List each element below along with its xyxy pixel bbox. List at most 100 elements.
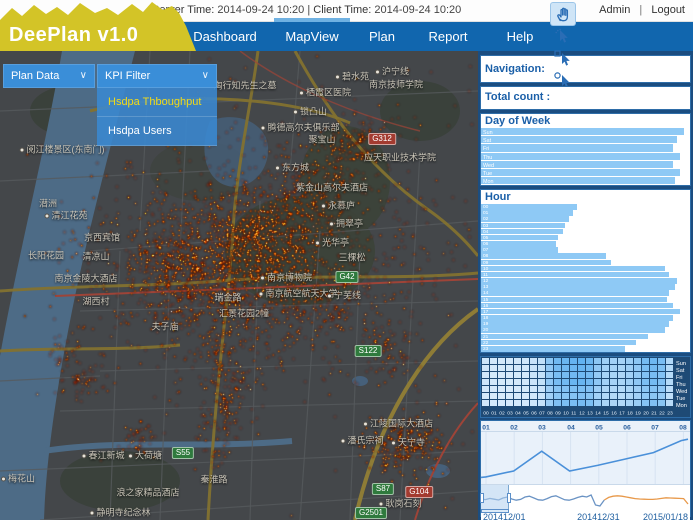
heatmap-cell — [666, 393, 673, 399]
heatmap-cell — [594, 372, 601, 378]
heatmap-cell — [482, 393, 489, 399]
map-view[interactable]: 碧水苑沪宁线南京技师学院栖霞区医院锁凸山腾德高尔夫俱乐部聚宝山应天职业技术学院东… — [0, 51, 478, 520]
heatmap-cell — [490, 372, 497, 378]
heatmap-cell — [642, 379, 649, 385]
nav-item-report[interactable]: Report — [424, 22, 472, 51]
heatmap-cell — [538, 400, 545, 406]
heatmap-cell — [498, 386, 505, 392]
plan-data-dropdown[interactable]: Plan Data ∨ — [3, 64, 95, 88]
trend-tick-label: 08 — [680, 423, 688, 431]
hour-bar-04 — [481, 229, 563, 235]
timeline-chart: 0102030405060708 201412/01201412/312015/… — [480, 420, 691, 517]
heatmap-cell — [538, 386, 545, 392]
dow-bar-fri — [481, 144, 673, 151]
heatmap-cell — [554, 386, 561, 392]
hour-bar-11 — [481, 272, 669, 278]
logout-link[interactable]: Logout — [651, 4, 685, 16]
hour-bar-10 — [481, 266, 665, 272]
nav-item-mapview[interactable]: MapView — [280, 22, 344, 51]
admin-link[interactable]: Admin — [599, 4, 630, 16]
heatmap-cell — [602, 365, 609, 371]
pan-hand-icon[interactable] — [551, 3, 575, 25]
nav-item-plan[interactable]: Plan — [362, 22, 402, 51]
dow-bar-mon — [481, 177, 675, 184]
heatmap-col-label: 23 — [667, 410, 673, 416]
account-area: Admin | Logout — [599, 4, 685, 16]
nav-item-dashboard[interactable]: Dashboard — [185, 22, 265, 51]
heatmap-cell — [642, 358, 649, 364]
nav-item-label: Report — [428, 29, 467, 44]
heatmap-cell — [514, 386, 521, 392]
heatmap-col-label: 09 — [555, 410, 561, 416]
heatmap-cell — [490, 400, 497, 406]
total-count-bar: Total count : — [480, 86, 691, 110]
heatmap-cell — [522, 393, 529, 399]
heatmap-cell — [490, 393, 497, 399]
nav-item-label: MapView — [285, 29, 338, 44]
heatmap-row-label: Sat — [676, 367, 684, 373]
trend-tick-label: 04 — [567, 423, 575, 431]
heatmap-col-label: 04 — [515, 410, 521, 416]
nav-item-help[interactable]: Help — [500, 22, 540, 51]
heatmap-cell — [610, 400, 617, 406]
heatmap-cell — [650, 372, 657, 378]
heatmap-cell — [634, 400, 641, 406]
app-title: DeePlan v1.0 — [9, 24, 138, 47]
day-of-week-title: Day of Week — [481, 114, 690, 127]
heatmap-cell — [666, 386, 673, 392]
kpi-option-hsdpa-users[interactable]: Hsdpa Users — [97, 117, 217, 146]
heatmap-cell — [538, 372, 545, 378]
timeline-brush[interactable] — [481, 485, 509, 510]
heatmap-cell — [506, 372, 513, 378]
heatmap-cell — [530, 386, 537, 392]
heatmap-cell — [594, 400, 601, 406]
heatmap-row-label: Fri — [676, 374, 683, 380]
hour-bar-13 — [481, 284, 675, 290]
timeline-scrubber[interactable] — [481, 484, 690, 510]
timeline-dates: 201412/01201412/312015/01/18 — [481, 510, 690, 520]
heatmap-col-label: 08 — [547, 410, 553, 416]
heatmap-cell — [562, 379, 569, 385]
heatmap-cell — [498, 379, 505, 385]
brush-handle-left[interactable] — [480, 493, 484, 503]
heatmap-cell — [482, 386, 489, 392]
rect-select-icon[interactable] — [551, 47, 575, 69]
chevron-down-icon: ∨ — [80, 64, 87, 88]
kpi-option-hsdpa-thboughput[interactable]: Hsdpa Thboughput — [97, 88, 217, 117]
heatmap-col-label: 20 — [643, 410, 649, 416]
kpi-filter-dropdown[interactable]: KPI Filter ∨ — [97, 64, 217, 88]
cursor-select-icon[interactable] — [551, 25, 575, 47]
heatmap-cell — [626, 358, 633, 364]
heatmap-col-label: 14 — [595, 410, 601, 416]
heatmap-cell — [610, 386, 617, 392]
heatmap-cell — [610, 365, 617, 371]
heatmap-cell — [578, 358, 585, 364]
trend-tick-label: 01 — [482, 423, 490, 431]
heatmap-cell — [554, 400, 561, 406]
heatmap-cell — [610, 379, 617, 385]
heatmap-cell — [626, 365, 633, 371]
hour-bar-06 — [481, 241, 556, 247]
heatmap-cell — [594, 393, 601, 399]
heatmap-cell — [650, 400, 657, 406]
heatmap-cell — [570, 379, 577, 385]
heatmap-cell — [610, 393, 617, 399]
heatmap-col-label: 07 — [539, 410, 545, 416]
hour-bar-12 — [481, 278, 677, 284]
heatmap-cell — [554, 358, 561, 364]
heatmap-cell — [522, 358, 529, 364]
heatmap-cell — [602, 386, 609, 392]
heatmap-cell — [482, 365, 489, 371]
timeline-date-label: 201412/31 — [577, 512, 620, 520]
hour-bar-01 — [481, 210, 573, 216]
hour-bar-00 — [481, 204, 577, 210]
time-separator: | — [307, 4, 310, 16]
heatmap-cell — [570, 400, 577, 406]
timeline-date-label: 201412/01 — [483, 512, 526, 520]
total-count-label: Total count : — [485, 91, 550, 103]
heatmap-cell — [602, 379, 609, 385]
brush-handle-right[interactable] — [507, 493, 511, 503]
heatmap-cell — [626, 400, 633, 406]
heatmap-cell — [554, 393, 561, 399]
heatmap-cell — [626, 379, 633, 385]
